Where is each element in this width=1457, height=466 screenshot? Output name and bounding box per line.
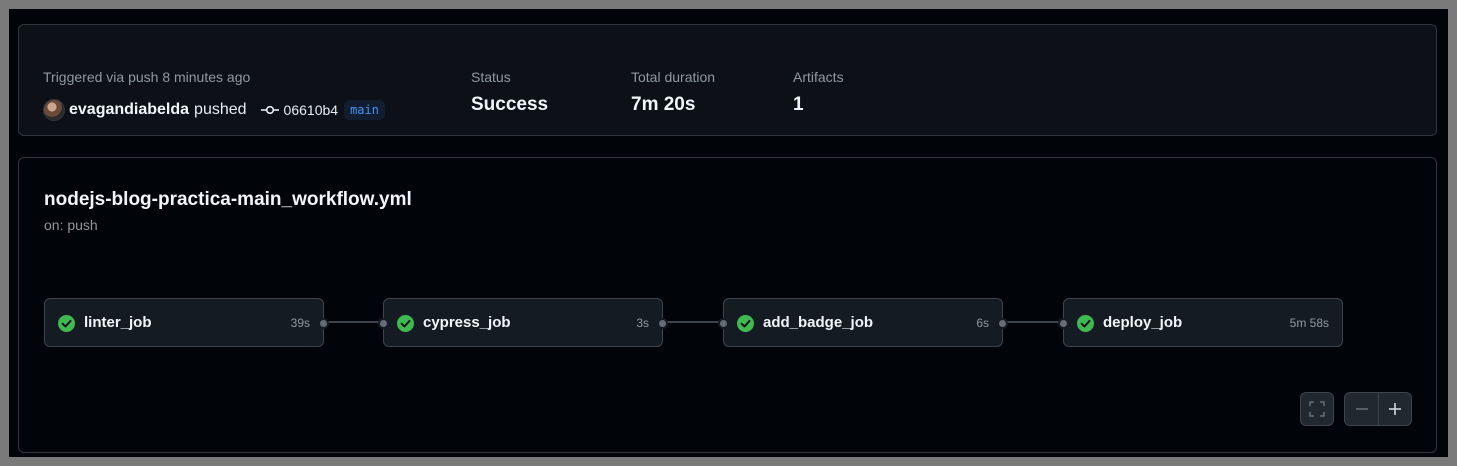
success-check-icon	[737, 315, 754, 332]
actor-link[interactable]: evagandiabelda	[69, 101, 189, 119]
job-edge	[663, 321, 723, 323]
fullscreen-icon	[1309, 401, 1325, 417]
duration-label: Total duration	[631, 69, 716, 85]
job-duration: 39s	[290, 316, 310, 330]
job-node-cypress[interactable]: cypress_job 3s	[378, 298, 668, 347]
job-output-port	[997, 318, 1008, 329]
job-input-port	[378, 318, 389, 329]
workflow-run-frame: Triggered via push 8 minutes ago evagand…	[9, 9, 1448, 457]
job-edge	[1003, 321, 1063, 323]
artifacts-label: Artifacts	[793, 69, 844, 85]
git-commit-icon	[260, 105, 279, 115]
job-duration: 5m 58s	[1289, 316, 1329, 330]
job-duration: 3s	[636, 316, 649, 330]
run-summary-panel: Triggered via push 8 minutes ago evagand…	[18, 24, 1437, 136]
artifacts-count-link[interactable]: 1	[793, 94, 804, 116]
job-name: add_badge_job	[763, 314, 874, 331]
workflow-graph-panel: nodejs-blog-practica-main_workflow.yml o…	[18, 157, 1437, 453]
job-node-deploy[interactable]: deploy_job 5m 58s	[1058, 298, 1343, 347]
branch-badge[interactable]: main	[344, 100, 385, 120]
job-name: cypress_job	[423, 314, 511, 331]
job-output-port	[657, 318, 668, 329]
zoom-in-button[interactable]	[1378, 393, 1411, 425]
zoom-out-button[interactable]	[1345, 393, 1378, 425]
success-check-icon	[58, 315, 75, 332]
job-node-linter[interactable]: linter_job 39s	[44, 298, 329, 347]
job-duration: 6s	[976, 316, 989, 330]
trigger-row: evagandiabelda pushed 06610b4 main	[43, 99, 385, 121]
workflow-file-title: nodejs-blog-practica-main_workflow.yml	[44, 189, 412, 210]
success-check-icon	[1077, 315, 1094, 332]
job-input-port	[718, 318, 729, 329]
minus-icon	[1355, 408, 1368, 410]
job-output-port	[318, 318, 329, 329]
zoom-controls	[1344, 392, 1412, 426]
job-edge	[324, 321, 384, 323]
plus-icon	[1389, 403, 1401, 415]
status-label: Status	[471, 69, 511, 85]
workflow-trigger: on: push	[44, 217, 98, 233]
job-name: linter_job	[84, 314, 152, 331]
commit-sha-link[interactable]: 06610b4	[284, 102, 339, 118]
trigger-label: Triggered via push 8 minutes ago	[43, 69, 251, 85]
avatar[interactable]	[43, 99, 65, 121]
job-node-add-badge[interactable]: add_badge_job 6s	[718, 298, 1008, 347]
success-check-icon	[397, 315, 414, 332]
action-text: pushed	[194, 101, 247, 118]
job-name: deploy_job	[1103, 314, 1183, 331]
duration-value: 7m 20s	[631, 94, 696, 115]
fullscreen-button[interactable]	[1300, 392, 1334, 426]
status-value: Success	[471, 94, 549, 115]
job-input-port	[1058, 318, 1069, 329]
